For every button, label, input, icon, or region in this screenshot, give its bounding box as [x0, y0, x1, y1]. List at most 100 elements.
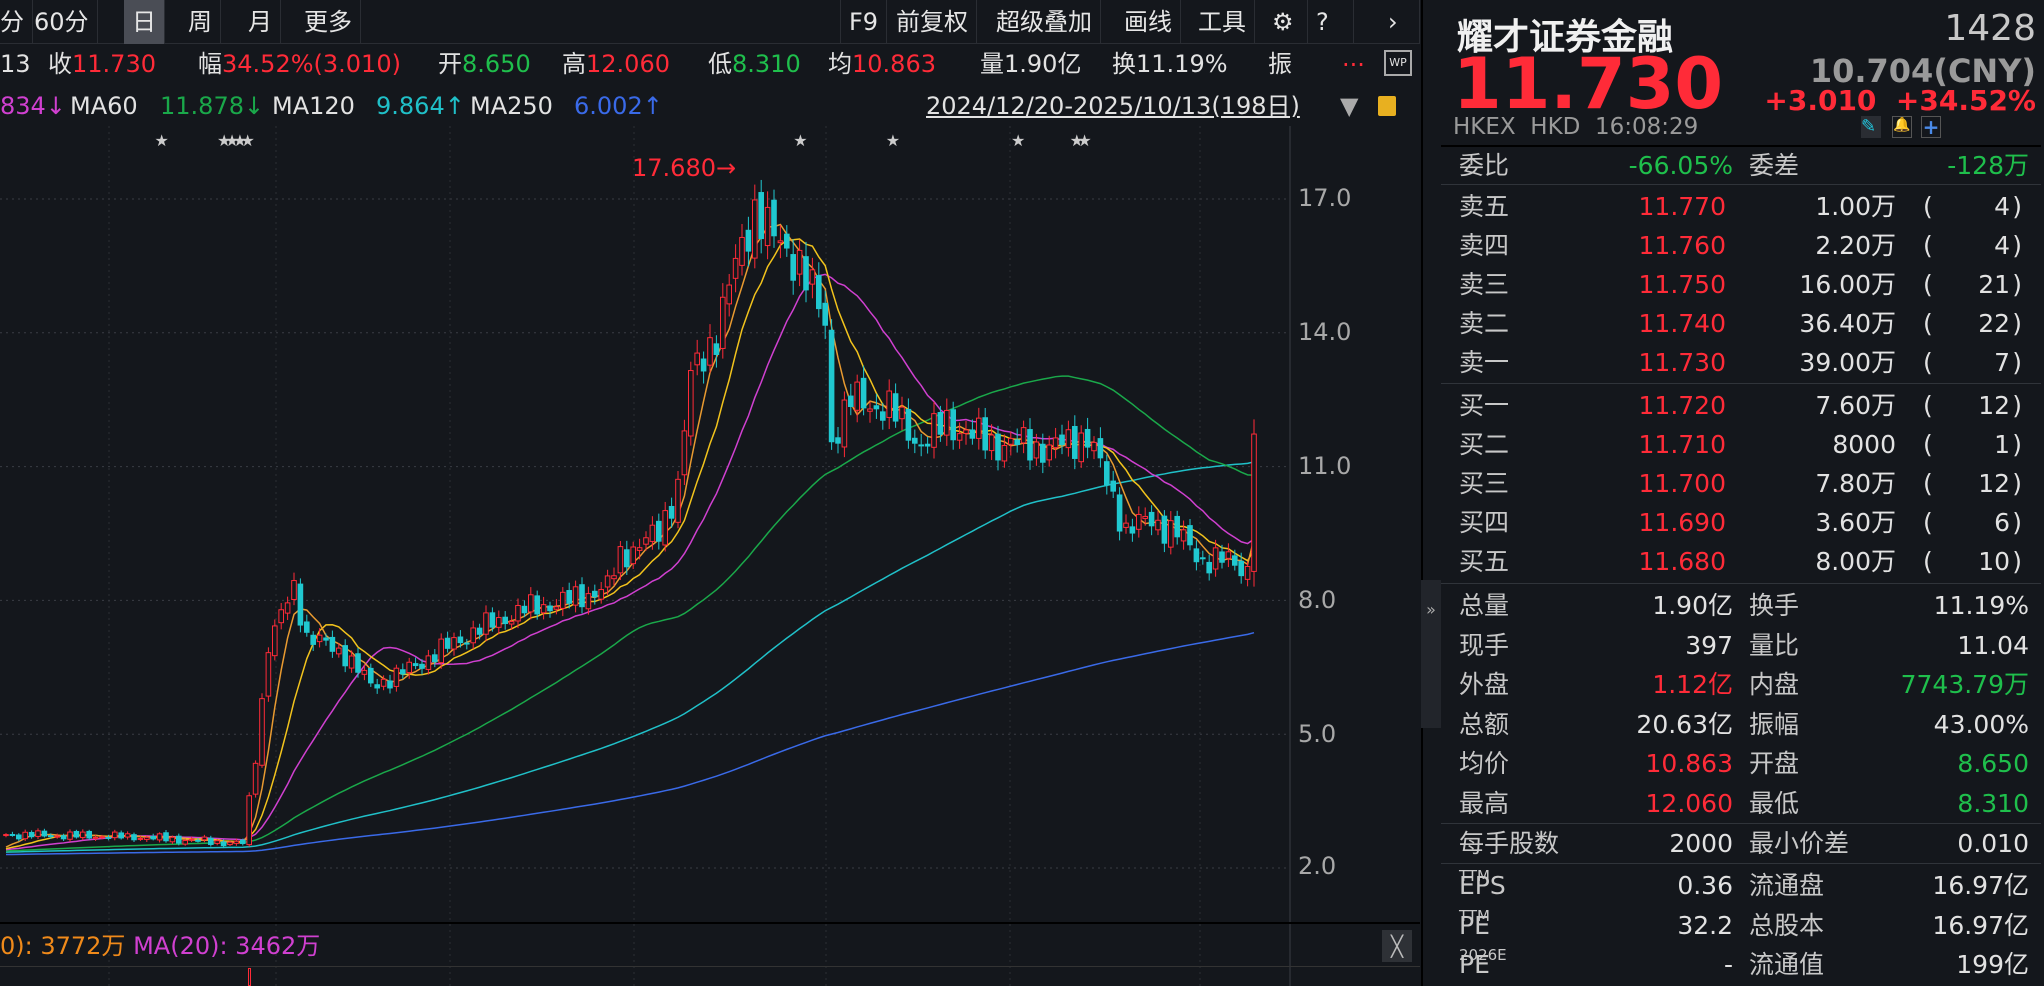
- candle-body: [444, 637, 451, 649]
- candle-body: [1155, 519, 1161, 531]
- candle-body: [1033, 441, 1040, 459]
- candle-body: [553, 606, 560, 610]
- candle-body: [284, 602, 291, 614]
- candle-body: [892, 393, 899, 422]
- stat-row: 外盘 1.12亿 内盘 7743.79万: [1459, 670, 2029, 699]
- candle-body: [412, 663, 419, 667]
- candle-body: [1084, 428, 1091, 448]
- candle-body: [73, 830, 80, 838]
- candle-body: [1180, 529, 1187, 542]
- order-book-row[interactable]: 卖二 11.740 36.40万 ( 22 ): [1423, 304, 2044, 343]
- candle-body: [905, 408, 912, 441]
- candle-body: [124, 833, 131, 838]
- candle-body: [1104, 461, 1110, 486]
- candle-body: [707, 337, 713, 366]
- candle-body: [374, 684, 380, 689]
- order-book-row[interactable]: 买二 11.710 8000 ( 1 ): [1423, 425, 2044, 464]
- candle-body: [393, 667, 400, 687]
- candle-body: [1065, 429, 1072, 449]
- candle-body: [1136, 513, 1142, 530]
- order-book-row[interactable]: 买一 11.720 7.60万 ( 12 ): [1423, 386, 2044, 425]
- order-book-row[interactable]: 卖三 11.750 16.00万 ( 21 ): [1423, 265, 2044, 304]
- order-ratio-row: 委比 -66.05% 委差 -128万: [1459, 151, 2029, 180]
- y-tick: 14.0: [1298, 318, 1352, 346]
- close-pane-icon[interactable]: ╳: [1382, 930, 1412, 962]
- candle-body: [572, 586, 579, 606]
- candle-body: [969, 429, 976, 439]
- order-book-row[interactable]: 卖四 11.760 2.20万 ( 4 ): [1423, 226, 2044, 265]
- candle-body: [764, 206, 771, 247]
- event-star-icon: ★: [1077, 131, 1091, 150]
- ma250-line: [5, 631, 1255, 856]
- candle-body: [131, 834, 137, 841]
- candle-body: [924, 443, 931, 447]
- candle-body: [732, 257, 739, 279]
- ma20-line: [5, 273, 1255, 851]
- candle-body: [675, 478, 681, 523]
- bell-icon[interactable]: 🔔: [1892, 116, 1912, 138]
- candle-body: [400, 669, 406, 675]
- candle-body: [784, 233, 790, 249]
- candle-body: [1097, 438, 1104, 459]
- candle-body: [540, 604, 547, 614]
- volume-bar: [248, 968, 251, 986]
- candle-body: [1052, 437, 1059, 449]
- candle-body: [304, 621, 310, 633]
- candle-body: [361, 669, 368, 675]
- candle-body: [1059, 434, 1065, 446]
- candle-body: [406, 661, 412, 674]
- candle-body: [1161, 515, 1168, 544]
- candle-body: [291, 580, 297, 600]
- candle-body: [515, 605, 521, 622]
- candle-body: [796, 249, 803, 275]
- candle-body: [137, 837, 144, 840]
- candle-body: [656, 520, 662, 542]
- candle-body: [835, 437, 841, 444]
- order-book-row[interactable]: 买五 11.680 8.00万 ( 10 ): [1423, 542, 2044, 581]
- candle-body: [579, 584, 585, 608]
- candle-body: [880, 411, 886, 421]
- candle-body: [1008, 437, 1014, 445]
- stock-code: 1428: [1944, 8, 2036, 49]
- candle-body: [720, 296, 726, 349]
- candle-body: [22, 831, 28, 840]
- add-icon[interactable]: +: [1921, 116, 1941, 138]
- candle-body: [566, 590, 573, 604]
- candle-body: [259, 698, 265, 766]
- stat-row: 总额 20.63亿 振幅 43.00%: [1459, 709, 2029, 739]
- candle-body: [860, 377, 867, 409]
- candle-body: [432, 654, 438, 663]
- candle-body: [1001, 445, 1008, 462]
- order-book-row[interactable]: 卖一 11.730 39.00万 ( 7 ): [1423, 343, 2044, 382]
- candle-body: [521, 605, 528, 614]
- event-star-icon: ★: [154, 131, 168, 150]
- order-book-row[interactable]: 买三 11.700 7.80万 ( 12 ): [1423, 464, 2044, 503]
- y-tick: 8.0: [1298, 586, 1337, 614]
- candle-body: [252, 762, 259, 795]
- candle-body: [1110, 480, 1117, 492]
- candle-body: [188, 838, 195, 841]
- edit-icon[interactable]: ✎: [1861, 116, 1881, 138]
- candle-body: [316, 634, 323, 643]
- candle-body: [156, 833, 163, 841]
- candle-body: [777, 240, 784, 244]
- candle-body: [598, 589, 605, 600]
- event-star-icon: ★: [886, 131, 900, 150]
- candle-body: [771, 199, 777, 237]
- collapse-panel-icon[interactable]: »: [1421, 580, 1441, 728]
- order-book-row[interactable]: 卖五 11.770 1.00万 ( 4 ): [1423, 187, 2044, 226]
- candle-body: [118, 832, 125, 839]
- ma120-line: [5, 461, 1255, 853]
- candle-body: [617, 546, 624, 574]
- order-book-row[interactable]: 买四 11.690 3.60万 ( 6 ): [1423, 503, 2044, 542]
- candle-body: [1123, 522, 1129, 528]
- kline-chart[interactable]: ★ ★★★★ ★ ★ ★ ★★: [0, 0, 1420, 986]
- candle-body: [99, 836, 105, 839]
- candle-body: [848, 395, 854, 408]
- candle-body: [758, 192, 765, 240]
- candle-body: [1238, 560, 1245, 577]
- candle-body: [1142, 515, 1149, 519]
- candle-body: [182, 840, 188, 845]
- candle-body: [176, 835, 182, 844]
- candle-body: [636, 547, 643, 551]
